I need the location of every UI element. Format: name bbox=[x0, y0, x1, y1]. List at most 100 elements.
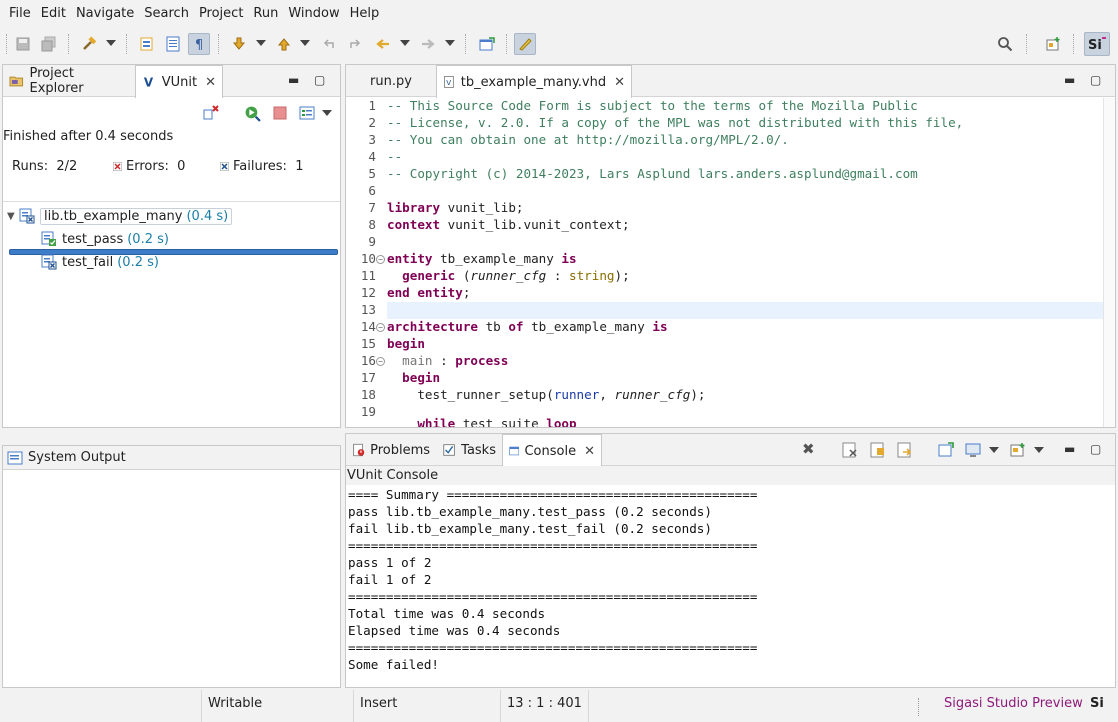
menu-project[interactable]: Project bbox=[194, 6, 248, 21]
back-arrow-icon[interactable] bbox=[372, 33, 394, 55]
expand-triangle-icon[interactable]: ▼ bbox=[7, 211, 19, 222]
code-area[interactable]: 1 2 3 4 5 6 7 8 9 10 11 12 13 14 15 16 17 18 19 − − − -- T… bbox=[346, 98, 1103, 427]
last-edit-back-icon[interactable] bbox=[318, 33, 340, 55]
code-line-1: -- This Source Code Form is subject to t… bbox=[387, 98, 918, 113]
open-perspective-window-icon[interactable] bbox=[1043, 33, 1065, 55]
console-output[interactable]: ==== Summary ===========================… bbox=[348, 486, 757, 673]
close-icon[interactable]: ✕ bbox=[584, 444, 595, 459]
pin-console-icon[interactable] bbox=[938, 442, 954, 458]
open-type-icon[interactable] bbox=[136, 33, 158, 55]
back-dropdown-icon[interactable] bbox=[400, 40, 410, 46]
failures-label: Failures: bbox=[233, 159, 287, 174]
next-annotation-dropdown-icon[interactable] bbox=[256, 40, 266, 46]
clear-console-icon[interactable] bbox=[842, 442, 858, 458]
menu-edit[interactable]: Edit bbox=[36, 6, 71, 21]
tree-item-test-fail[interactable]: test_fail (0.2 s) bbox=[41, 251, 159, 273]
error-icon bbox=[113, 162, 122, 171]
fold-toggle-icon[interactable]: − bbox=[376, 323, 385, 332]
open-perspective-icon[interactable] bbox=[476, 33, 498, 55]
tree-root-row[interactable]: ▼ lib.tb_example_many (0.4 s) bbox=[7, 205, 233, 227]
search-icon[interactable] bbox=[994, 33, 1016, 55]
previous-annotation-dropdown-icon[interactable] bbox=[300, 40, 310, 46]
tab-tb-example-many[interactable]: V tb_example_many.vhd ✕ bbox=[436, 65, 632, 98]
code-token: ); bbox=[614, 268, 630, 283]
menu-run[interactable]: Run bbox=[248, 6, 283, 21]
save-icon[interactable] bbox=[12, 33, 34, 55]
open-console-icon[interactable] bbox=[1010, 442, 1026, 458]
show-failures-only-icon[interactable] bbox=[203, 105, 219, 121]
outline-icon[interactable] bbox=[162, 33, 184, 55]
console-line: Elapsed time was 0.4 seconds bbox=[348, 623, 561, 638]
code-token: tb_example_many bbox=[523, 319, 653, 334]
editor-tab-bar: run.py V tb_example_many.vhd ✕ ▬ ▢ bbox=[346, 65, 1115, 98]
line-number: 7 bbox=[368, 200, 376, 215]
code-line-2: -- License, v. 2.0. If a copy of the MPL… bbox=[387, 115, 964, 130]
keyword-token: architecture bbox=[387, 319, 478, 334]
word-wrap-icon[interactable] bbox=[897, 442, 913, 458]
tab-vunit[interactable]: V VUnit ✕ bbox=[135, 65, 223, 98]
close-icon[interactable]: ✕ bbox=[614, 75, 625, 90]
tab-tasks[interactable]: Tasks bbox=[436, 434, 502, 466]
minimize-icon[interactable]: ▬ bbox=[1064, 442, 1075, 456]
left-tab-bar: Project Explorer V VUnit ✕ ▬ ▢ bbox=[3, 65, 340, 98]
maximize-icon[interactable]: ▢ bbox=[314, 73, 325, 87]
tab-problems[interactable]: Problems bbox=[346, 434, 436, 466]
show-whitespace-icon[interactable]: ¶ bbox=[188, 33, 210, 55]
fold-toggle-icon[interactable]: − bbox=[376, 255, 385, 264]
toolbar-separator bbox=[218, 34, 220, 54]
sigasi-perspective-icon[interactable]: Si bbox=[1084, 32, 1110, 56]
product-name[interactable]: Sigasi Studio Preview bbox=[944, 696, 1083, 711]
menu-help[interactable]: Help bbox=[345, 6, 385, 21]
tab-tb-example-many-label: tb_example_many.vhd bbox=[460, 74, 607, 90]
keyword-token: is bbox=[561, 251, 577, 266]
display-console-dropdown-icon[interactable] bbox=[989, 447, 999, 453]
menu-navigate[interactable]: Navigate bbox=[71, 6, 139, 21]
close-icon[interactable]: ✕ bbox=[205, 75, 216, 90]
line-number: 5 bbox=[368, 166, 376, 181]
line-number: 19 bbox=[360, 404, 376, 419]
open-console-dropdown-icon[interactable] bbox=[1034, 447, 1044, 453]
build-dropdown-icon[interactable] bbox=[106, 40, 116, 46]
previous-annotation-icon[interactable] bbox=[273, 33, 295, 55]
history-list-icon[interactable] bbox=[299, 105, 315, 121]
menu-search[interactable]: Search bbox=[139, 6, 194, 21]
display-console-icon[interactable] bbox=[965, 442, 981, 458]
highlight-pen-icon[interactable] bbox=[514, 33, 536, 55]
tab-console[interactable]: Console ✕ bbox=[502, 434, 602, 467]
last-edit-forward-icon[interactable] bbox=[344, 33, 366, 55]
toolbar-separator bbox=[506, 34, 508, 54]
build-hammer-icon[interactable] bbox=[78, 33, 100, 55]
sigasi-logo[interactable]: Si bbox=[1090, 696, 1104, 711]
forward-dropdown-icon[interactable] bbox=[445, 40, 455, 46]
line-number: 6 bbox=[368, 183, 376, 198]
keyword-token: is bbox=[652, 319, 668, 334]
next-annotation-icon[interactable] bbox=[228, 33, 250, 55]
maximize-icon[interactable]: ▢ bbox=[1090, 73, 1101, 87]
svg-text:V: V bbox=[446, 78, 451, 87]
terminate-icon[interactable]: ✖ bbox=[802, 440, 815, 458]
view-menu-dropdown-icon[interactable] bbox=[322, 110, 332, 116]
forward-arrow-icon[interactable] bbox=[417, 33, 439, 55]
runs-value: 2/2 bbox=[56, 159, 78, 174]
menu-window[interactable]: Window bbox=[283, 6, 344, 21]
current-line-highlight bbox=[387, 302, 1103, 319]
rerun-icon[interactable] bbox=[244, 105, 261, 122]
minimize-icon[interactable]: ▬ bbox=[288, 73, 299, 87]
save-all-icon[interactable] bbox=[38, 33, 60, 55]
tab-project-explorer[interactable]: Project Explorer bbox=[3, 65, 135, 97]
vertical-scrollbar[interactable] bbox=[1103, 98, 1115, 427]
tree-item-test-pass[interactable]: test_pass (0.2 s) bbox=[41, 228, 169, 250]
minimize-icon[interactable]: ▬ bbox=[1064, 73, 1075, 87]
fold-toggle-icon[interactable]: − bbox=[376, 357, 385, 366]
scroll-lock-icon[interactable] bbox=[870, 442, 886, 458]
tree-root-time: (0.4 s) bbox=[186, 208, 229, 224]
code-line-7: library vunit_lib; bbox=[387, 200, 523, 215]
stop-icon[interactable] bbox=[273, 106, 287, 120]
maximize-icon[interactable]: ▢ bbox=[1090, 442, 1101, 456]
keyword-token: while bbox=[387, 416, 456, 427]
tab-run-py[interactable]: run.py bbox=[346, 65, 436, 97]
status-separator bbox=[588, 690, 589, 722]
vhdl-file-icon: V bbox=[444, 76, 454, 88]
menu-file[interactable]: File bbox=[4, 6, 36, 21]
line-number: 18 bbox=[360, 387, 376, 402]
